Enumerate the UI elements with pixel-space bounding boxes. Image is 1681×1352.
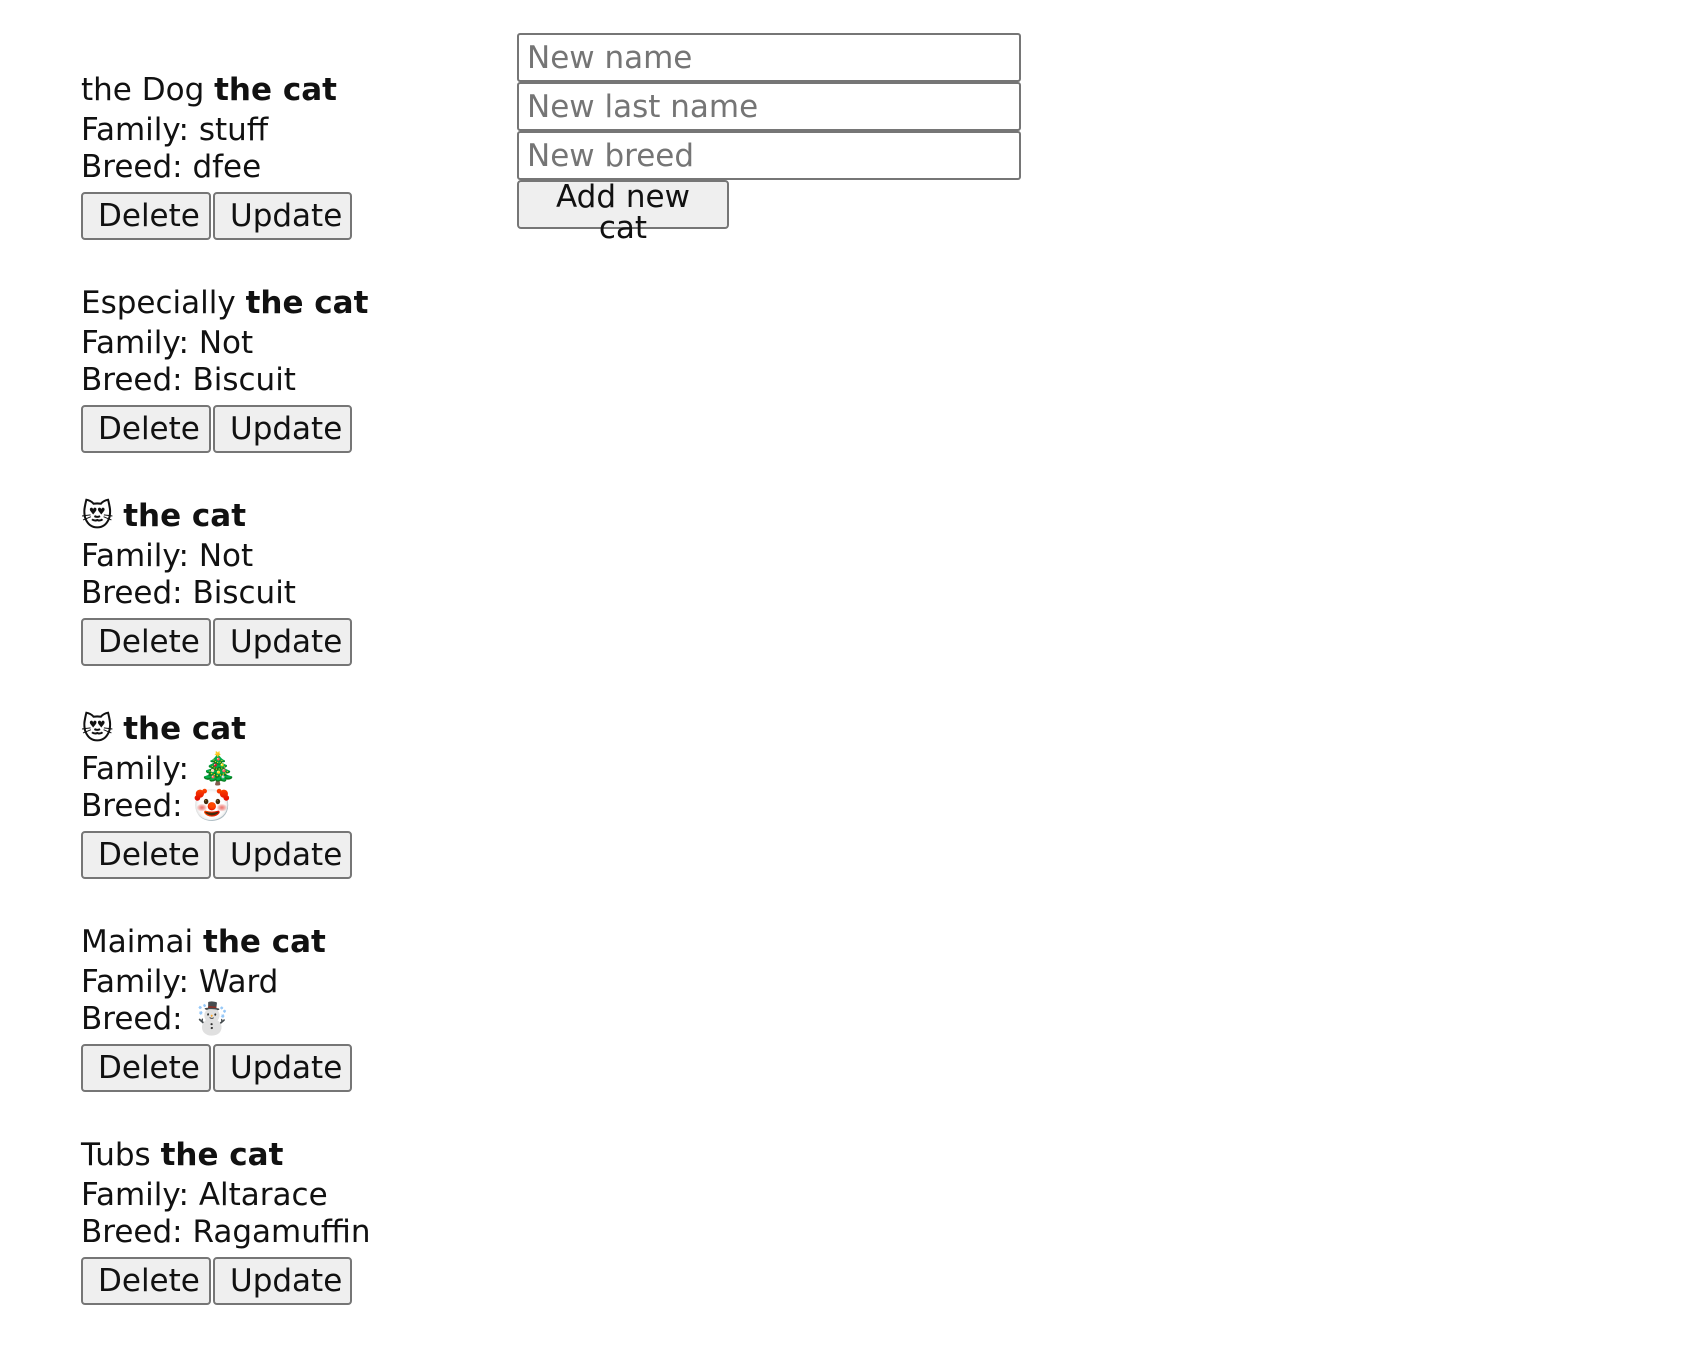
update-button[interactable]: Update — [213, 1257, 352, 1305]
cat-heading: Especially the cat — [81, 281, 461, 325]
update-button[interactable]: Update — [213, 405, 352, 453]
add-cat-form: Add new cat — [517, 33, 1021, 244]
family-label: Family: — [81, 751, 189, 787]
update-button[interactable]: Update — [213, 192, 352, 240]
breed-value: Ragamuffin — [192, 1214, 371, 1250]
breed-input[interactable] — [517, 131, 1021, 180]
cat-card: Especially the cat Family: Not Breed: Bi… — [81, 281, 461, 494]
family-label: Family: — [81, 964, 189, 1000]
cat-card: 😻 the cat Family: 🎄 Breed: 🤡 Delete Upda… — [81, 707, 461, 920]
breed-label: Breed: — [81, 362, 183, 398]
cat-family: Family: 🎄 — [81, 751, 461, 788]
update-button[interactable]: Update — [213, 618, 352, 666]
cat-heading: Maimai the cat — [81, 920, 461, 964]
cat-card: the Dog the cat Family: stuff Breed: dfe… — [81, 68, 461, 281]
delete-button[interactable]: Delete — [81, 831, 211, 879]
name-input[interactable] — [517, 33, 1021, 82]
update-button[interactable]: Update — [213, 831, 352, 879]
cat-breed: Breed: ☃️ — [81, 1001, 461, 1038]
cat-family: Family: Not — [81, 538, 461, 575]
breed-label: Breed: — [81, 1001, 183, 1037]
cat-actions: Delete Update — [81, 1044, 461, 1092]
cat-breed: Breed: Ragamuffin — [81, 1214, 461, 1251]
delete-button[interactable]: Delete — [81, 1257, 211, 1305]
cat-name: Especially — [81, 285, 236, 321]
breed-label: Breed: — [81, 1214, 183, 1250]
cat-card: 😻 the cat Family: Not Breed: Biscuit Del… — [81, 494, 461, 707]
cat-actions: Delete Update — [81, 618, 461, 666]
cat-actions: Delete Update — [81, 831, 461, 879]
breed-label: Breed: — [81, 149, 183, 185]
breed-value: Biscuit — [192, 362, 296, 398]
cat-name: the Dog — [81, 72, 205, 108]
update-button[interactable]: Update — [213, 1044, 352, 1092]
last-name-input[interactable] — [517, 82, 1021, 131]
cat-family: Family: Altarace — [81, 1177, 461, 1214]
breed-value: ☃️ — [192, 1001, 232, 1037]
cat-actions: Delete Update — [81, 1257, 461, 1305]
breed-value: Biscuit — [192, 575, 296, 611]
cat-suffix: the cat — [123, 711, 247, 747]
cat-list: the Dog the cat Family: stuff Breed: dfe… — [81, 68, 461, 1346]
family-value: Ward — [198, 964, 279, 1000]
cat-family: Family: Ward — [81, 964, 461, 1001]
cat-suffix: the cat — [123, 498, 247, 534]
add-cat-button[interactable]: Add new cat — [517, 180, 729, 244]
cat-name: 😻 — [81, 498, 114, 534]
delete-button[interactable]: Delete — [81, 618, 211, 666]
cat-breed: Breed: 🤡 — [81, 788, 461, 825]
cat-heading: 😻 the cat — [81, 494, 461, 538]
cat-suffix: the cat — [214, 72, 337, 108]
breed-label: Breed: — [81, 575, 183, 611]
family-label: Family: — [81, 112, 189, 148]
delete-button[interactable]: Delete — [81, 405, 211, 453]
cat-suffix: the cat — [245, 285, 369, 321]
family-label: Family: — [81, 325, 189, 361]
delete-button[interactable]: Delete — [81, 1044, 211, 1092]
cat-heading: Tubs the cat — [81, 1133, 461, 1177]
cat-actions: Delete Update — [81, 192, 461, 240]
family-label: Family: — [81, 1177, 189, 1213]
breed-label: Breed: — [81, 788, 183, 824]
cat-name: Maimai — [81, 924, 194, 960]
cat-suffix: the cat — [160, 1137, 284, 1173]
breed-value: 🤡 — [192, 788, 232, 824]
family-value: Not — [198, 325, 254, 361]
breed-value: dfee — [192, 149, 262, 185]
cat-name: Tubs — [81, 1137, 151, 1173]
cat-heading: 😻 the cat — [81, 707, 461, 751]
family-value: stuff — [198, 112, 269, 148]
cat-breed: Breed: Biscuit — [81, 575, 461, 612]
family-value: Not — [198, 538, 254, 574]
cat-card: Maimai the cat Family: Ward Breed: ☃️ De… — [81, 920, 461, 1133]
cat-card: Tubs the cat Family: Altarace Breed: Rag… — [81, 1133, 461, 1346]
family-label: Family: — [81, 538, 189, 574]
cat-family: Family: Not — [81, 325, 461, 362]
cat-actions: Delete Update — [81, 405, 461, 453]
family-value: 🎄 — [198, 751, 238, 787]
cat-breed: Breed: dfee — [81, 149, 461, 186]
family-value: Altarace — [198, 1177, 328, 1213]
cat-heading: the Dog the cat — [81, 68, 461, 112]
cat-suffix: the cat — [203, 924, 326, 960]
delete-button[interactable]: Delete — [81, 192, 211, 240]
cat-name: 😻 — [81, 711, 114, 747]
cat-breed: Breed: Biscuit — [81, 362, 461, 399]
cat-family: Family: stuff — [81, 112, 461, 149]
